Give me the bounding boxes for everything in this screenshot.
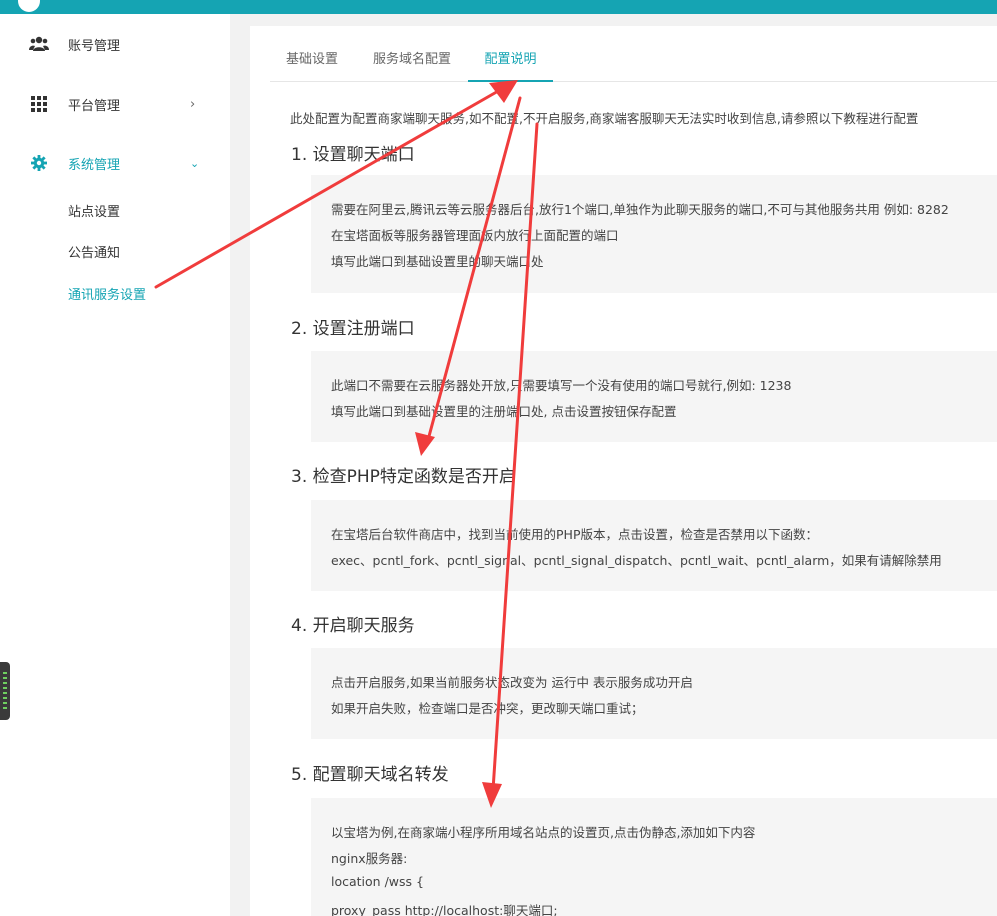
sidebar-subitem-announcements[interactable]: 公告通知 (68, 242, 120, 261)
sidebar-item-label: 账号管理 (68, 38, 121, 54)
section-line: proxy_pass http://localhost:聊天端口; (331, 903, 558, 916)
tab-domain-config[interactable]: 服务域名配置 (373, 26, 451, 82)
sidebar: 账号管理 平台管理 › 系统管理 ⌄ 站点设置 公告通知 通讯服务设置 (0, 14, 230, 916)
section-line: 需要在阿里云,腾讯云等云服务器后台,放行1个端口,单独作为此聊天服务的端口,不可… (331, 202, 949, 217)
sidebar-subitem-comm-service[interactable]: 通讯服务设置 (68, 284, 146, 303)
section-title: 5. 配置聊天域名转发 (291, 765, 449, 785)
section-line: 填写此端口到基础设置里的注册端口处, 点击设置按钮保存配置 (331, 404, 677, 419)
sidebar-item-account[interactable]: 账号管理 (0, 24, 230, 64)
section-title: 4. 开启聊天服务 (291, 616, 415, 636)
sidebar-item-label: 系统管理 (68, 157, 121, 173)
top-header-bar (0, 0, 997, 14)
section-box: 以宝塔为例,在商家端小程序所用域名站点的设置页,点击伪静态,添加如下内容 ngi… (311, 798, 997, 916)
gear-icon (29, 153, 49, 173)
users-icon (29, 34, 49, 54)
section-line: 此端口不需要在云服务器处开放,只需要填写一个没有使用的端口号就行,例如: 123… (331, 378, 792, 393)
section-box: 点击开启服务,如果当前服务状态改变为 运行中 表示服务成功开启 如果开启失败，检… (311, 648, 997, 739)
side-level-widget[interactable] (0, 662, 10, 720)
section-box: 需要在阿里云,腾讯云等云服务器后台,放行1个端口,单独作为此聊天服务的端口,不可… (311, 175, 997, 293)
sidebar-item-label: 平台管理 (68, 98, 121, 114)
section-box: 在宝塔后台软件商店中，找到当前使用的PHP版本，点击设置，检查是否禁用以下函数：… (311, 500, 997, 591)
section-box: 此端口不需要在云服务器处开放,只需要填写一个没有使用的端口号就行,例如: 123… (311, 351, 997, 442)
section-line: 以宝塔为例,在商家端小程序所用域名站点的设置页,点击伪静态,添加如下内容 (331, 825, 756, 840)
section-title: 1. 设置聊天端口 (291, 145, 415, 165)
section-line: exec、pcntl_fork、pcntl_signal、pcntl_signa… (331, 553, 942, 568)
section-line: 在宝塔面板等服务器管理面板内放行上面配置的端口 (331, 228, 619, 243)
sidebar-subitem-site-settings[interactable]: 站点设置 (68, 201, 120, 220)
section-line: nginx服务器: (331, 851, 408, 866)
section-line: 在宝塔后台软件商店中，找到当前使用的PHP版本，点击设置，检查是否禁用以下函数： (331, 527, 818, 542)
sidebar-item-platform[interactable]: 平台管理 › (0, 84, 230, 124)
section-line: 点击开启服务,如果当前服务状态改变为 运行中 表示服务成功开启 (331, 675, 693, 690)
tab-basic-settings[interactable]: 基础设置 (286, 26, 338, 82)
sidebar-item-system[interactable]: 系统管理 ⌄ (0, 143, 230, 183)
tab-config-guide[interactable]: 配置说明 (468, 26, 553, 82)
chevron-right-icon: › (190, 96, 196, 112)
section-line: location /wss { (331, 874, 424, 889)
tab-bar: 基础设置 服务域名配置 配置说明 (270, 26, 997, 82)
section-line: 填写此端口到基础设置里的聊天端口处 (331, 254, 544, 269)
logo-icon (18, 0, 40, 12)
intro-text: 此处配置为配置商家端聊天服务,如不配置,不开启服务,商家端客服聊天无法实时收到信… (290, 111, 919, 126)
section-title: 3. 检查PHP特定函数是否开启 (291, 467, 516, 487)
main-content-panel: 基础设置 服务域名配置 配置说明 此处配置为配置商家端聊天服务,如不配置,不开启… (250, 26, 997, 916)
section-title: 2. 设置注册端口 (291, 319, 415, 339)
chevron-down-icon: ⌄ (190, 156, 200, 170)
section-line: 如果开启失败，检查端口是否冲突，更改聊天端口重试； (331, 701, 644, 716)
grid-icon (29, 94, 49, 114)
